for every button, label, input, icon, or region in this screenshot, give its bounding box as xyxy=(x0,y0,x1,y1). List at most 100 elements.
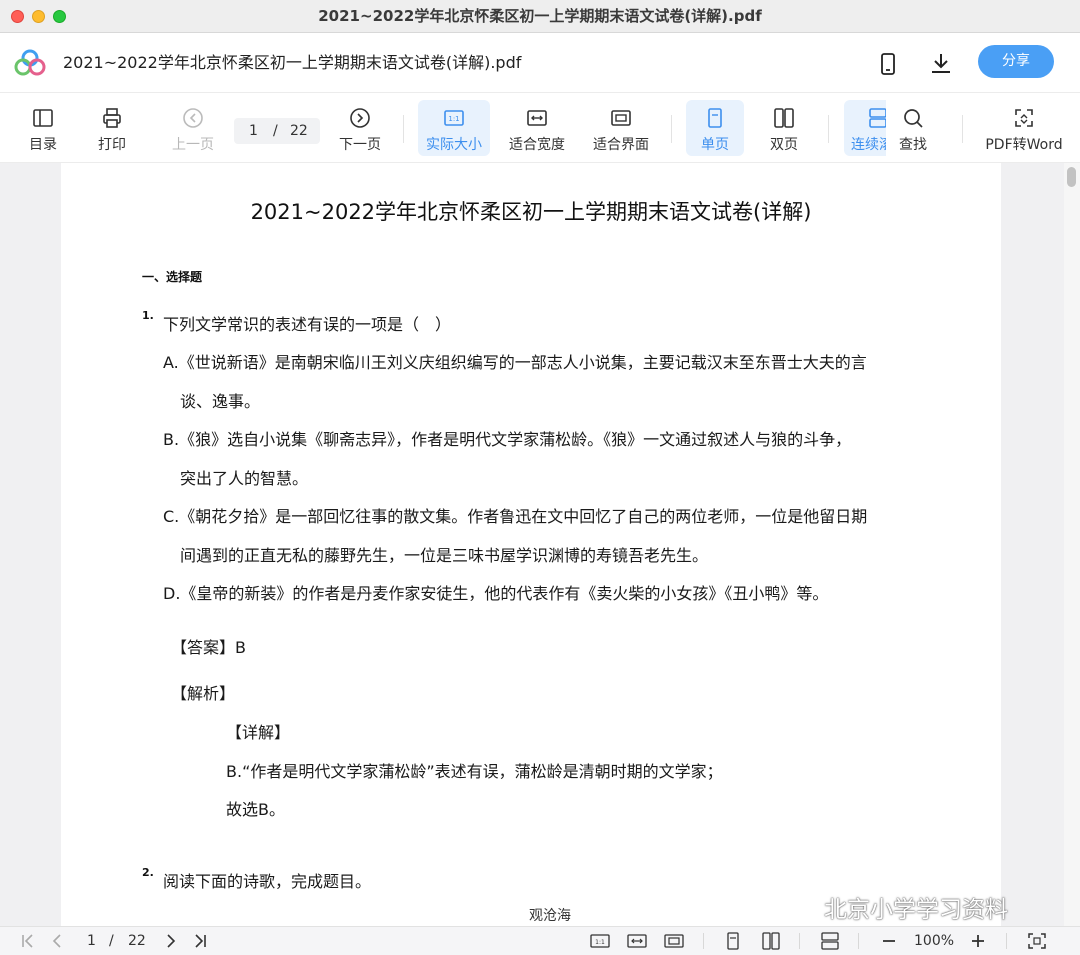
single-page-icon xyxy=(708,108,722,128)
option-c-line1: C.《朝花夕拾》是一部回忆往事的散文集。作者鲁迅在文中回忆了自己的两位老师，一位… xyxy=(163,507,868,526)
window-titlebar: 2021~2022学年北京怀柔区初一上学期期末语文试卷(详解).pdf xyxy=(0,0,1080,33)
section-heading: 一、选择题 xyxy=(142,270,203,284)
first-page-icon[interactable] xyxy=(18,932,38,950)
actual-size-button[interactable]: 1:1 实际大小 xyxy=(418,100,490,156)
toolbar-divider xyxy=(671,115,672,143)
fit-width-button[interactable]: 适合宽度 xyxy=(502,100,572,156)
toc-button[interactable]: 目录 xyxy=(18,100,68,156)
fit-page-button[interactable]: 适合界面 xyxy=(586,100,656,156)
fit-page-icon xyxy=(611,110,631,126)
pdf-to-word-button[interactable]: PDF转Word xyxy=(982,100,1066,156)
fit-width-label: 适合宽度 xyxy=(509,137,565,153)
answer-line: 【答案】B xyxy=(171,638,246,657)
question-number: 2. xyxy=(142,866,154,879)
print-button[interactable]: 打印 xyxy=(87,100,137,156)
toolbar-divider xyxy=(828,115,829,143)
document-viewport[interactable]: 2021~2022学年北京怀柔区初一上学期期末语文试卷(详解) 一、选择题 1.… xyxy=(0,163,1080,926)
page-number-input[interactable]: 1 / 22 xyxy=(234,118,320,144)
search-icon xyxy=(904,109,923,128)
option-b-line1: B.《狼》选自小说集《聊斋志异》，作者是明代文学家蒲松龄。《狼》一文通过叙述人与… xyxy=(163,430,852,449)
status-current-page[interactable]: 1 xyxy=(87,933,96,949)
mobile-icon[interactable] xyxy=(875,51,901,77)
conclusion-text: 故选B。 xyxy=(226,800,285,819)
continuous-scroll-icon[interactable] xyxy=(820,932,840,950)
status-divider xyxy=(799,933,800,949)
actual-size-icon[interactable]: 1:1 xyxy=(590,932,610,950)
current-page: 1 xyxy=(249,123,258,139)
option-d-line1: D.《皇帝的新装》的作者是丹麦作家安徒生，他的代表作有《卖火柴的小女孩》《丑小鸭… xyxy=(163,584,829,603)
status-total-pages: 22 xyxy=(128,933,146,949)
watermark: 北京小学学习资料 xyxy=(784,890,1008,924)
chevron-right-circle-icon xyxy=(350,108,370,128)
scrollbar-thumb[interactable] xyxy=(1067,167,1076,187)
single-page-label: 单页 xyxy=(701,137,729,153)
fit-page-label: 适合界面 xyxy=(593,137,649,153)
toolbar-divider xyxy=(962,115,963,143)
question-stem: 阅读下面的诗歌，完成题目。 xyxy=(163,872,372,891)
pdf-page: 2021~2022学年北京怀柔区初一上学期期末语文试卷(详解) 一、选择题 1.… xyxy=(61,163,1001,926)
continuous-scroll-icon xyxy=(869,108,886,128)
svg-text:1:1: 1:1 xyxy=(595,939,605,946)
detail-heading: 【详解】 xyxy=(226,723,291,742)
continuous-scroll-button[interactable]: 连续滚 xyxy=(844,100,886,156)
print-label: 打印 xyxy=(98,137,126,153)
wechat-icon xyxy=(785,899,818,922)
status-divider xyxy=(1006,933,1007,949)
prev-page-label: 上一页 xyxy=(172,137,214,153)
svg-text:1:1: 1:1 xyxy=(448,115,459,123)
prev-page-button[interactable]: 上一页 xyxy=(165,100,221,156)
fit-width-icon[interactable] xyxy=(627,932,647,950)
app-logo-icon xyxy=(14,49,46,76)
pdf-to-word-label: PDF转Word xyxy=(985,137,1063,153)
next-page-label: 下一页 xyxy=(339,137,381,153)
option-a-line1: A.《世说新语》是南朝宋临川王刘义庆组织编写的一部志人小说集，主要记载汉末至东晋… xyxy=(163,353,867,372)
printer-icon xyxy=(103,108,121,128)
actual-size-icon: 1:1 xyxy=(444,110,464,126)
double-page-icon xyxy=(774,108,794,128)
zoom-out-icon[interactable] xyxy=(879,932,899,950)
single-page-icon[interactable] xyxy=(723,932,743,950)
vertical-scrollbar[interactable] xyxy=(1064,163,1080,926)
convert-icon xyxy=(1015,109,1033,127)
question-number: 1. xyxy=(142,309,154,322)
option-c-line2: 间遇到的正直无私的藤野先生，一位是三味书屋学识渊博的寿镜吾老先生。 xyxy=(180,546,709,565)
page-separator: / xyxy=(273,123,278,139)
window-title: 2021~2022学年北京怀柔区初一上学期期末语文试卷(详解).pdf xyxy=(318,7,762,25)
watermark-text: 北京小学学习资料 xyxy=(824,897,1008,923)
detail-text: B.“作者是明代文学家蒲松龄”表述有误，蒲松龄是清朝时期的文学家； xyxy=(226,762,723,781)
analysis-heading: 【解析】 xyxy=(171,684,236,703)
fit-width-icon xyxy=(527,110,547,126)
download-icon[interactable] xyxy=(928,51,954,77)
double-page-icon[interactable] xyxy=(761,932,781,950)
zoom-level[interactable]: 100% xyxy=(914,933,954,949)
find-label: 查找 xyxy=(899,137,927,153)
continuous-scroll-label: 连续滚 xyxy=(851,137,886,153)
last-page-icon[interactable] xyxy=(190,932,210,950)
toc-label: 目录 xyxy=(29,137,57,153)
document-title: 2021~2022学年北京怀柔区初一上学期期末语文试卷(详解) xyxy=(250,200,812,224)
toolbar-divider xyxy=(403,115,404,143)
single-page-button[interactable]: 单页 xyxy=(686,100,744,156)
double-page-label: 双页 xyxy=(770,137,798,153)
share-button[interactable]: 分享 xyxy=(978,45,1054,78)
zoom-in-icon[interactable] xyxy=(968,932,988,950)
fullscreen-icon[interactable] xyxy=(1027,932,1047,950)
poem-title: 观沧海 xyxy=(529,908,571,924)
app-header: 2021~2022学年北京怀柔区初一上学期期末语文试卷(详解).pdf 分享 xyxy=(0,33,1080,93)
actual-size-label: 实际大小 xyxy=(426,137,482,153)
toolbar: 目录 打印 上一页 1 / 22 下一页 1:1 实际大小 适合宽度 适合界面 … xyxy=(0,93,1080,163)
find-button[interactable]: 查找 xyxy=(886,100,940,156)
chevron-left-circle-icon xyxy=(183,108,203,128)
prev-page-icon[interactable] xyxy=(47,932,67,950)
status-bar: 1 / 22 1:1 100% xyxy=(0,926,1080,955)
option-a-line2: 谈、逸事。 xyxy=(180,392,261,411)
status-page-separator: / xyxy=(109,933,114,949)
toc-icon xyxy=(33,109,53,127)
double-page-button[interactable]: 双页 xyxy=(756,100,812,156)
next-page-button[interactable]: 下一页 xyxy=(332,100,388,156)
status-divider xyxy=(703,933,704,949)
status-divider xyxy=(858,933,859,949)
total-pages: 22 xyxy=(290,123,308,139)
next-page-icon[interactable] xyxy=(161,932,181,950)
fit-page-icon[interactable] xyxy=(664,932,684,950)
